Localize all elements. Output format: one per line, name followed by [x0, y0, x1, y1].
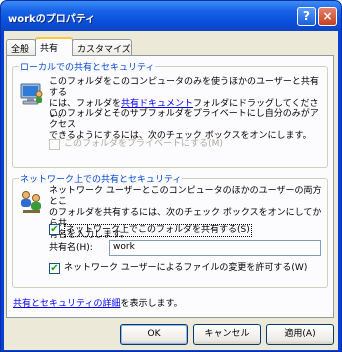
local-text1-line1: このフォルダをこのコンピュータのみを使うほかのユーザーと共有する [49, 77, 319, 98]
tab-sharing[interactable]: 共有 [35, 37, 73, 56]
allow-change-label: ネットワーク ユーザーによるファイルの変更を許可する(W) [64, 263, 308, 273]
sharing-panel: ローカルでの共有とセキュリティ このフォルダをこのコンピュータのみを使うほかのユ… [6, 55, 334, 318]
details-suffix: を表示します。 [120, 299, 183, 309]
share-on-network-checkbox[interactable]: ✔ [49, 224, 60, 235]
sharing-security-details-link[interactable]: 共有とセキュリティの詳細 [13, 299, 120, 309]
share-name-input[interactable]: work [109, 240, 321, 256]
allow-change-checkbox[interactable]: ✔ [49, 263, 60, 274]
local-text2-line1: このフォルダとそのサブフォルダをプライベートにし自分のみがアクセス [49, 109, 319, 130]
local-sharing-text-2: このフォルダとそのサブフォルダをプライベートにし自分のみがアクセス できるように… [49, 109, 325, 142]
network-text-line1: ネットワーク ユーザーとこのコンピュータのほかのユーザーの両方とこ [49, 186, 322, 207]
share-name-label: 共有名(H): [49, 243, 93, 253]
help-button[interactable]: ? [297, 7, 316, 26]
computer-users-icon [20, 83, 43, 105]
make-private-label: このフォルダをプライベートにする(M) [64, 139, 223, 149]
network-users-icon [21, 191, 41, 213]
local-sharing-group-title: ローカルでの共有とセキュリティ [19, 60, 156, 73]
details-text: 共有とセキュリティの詳細を表示します。 [13, 299, 183, 310]
tab-customize[interactable]: カスタマイズ [72, 39, 132, 55]
network-sharing-group-title: ネットワーク上での共有とセキュリティ [19, 172, 183, 185]
local-sharing-group: ローカルでの共有とセキュリティ このフォルダをこのコンピュータのみを使うほかのユ… [12, 60, 328, 168]
dialog-client-area: 全般 共有 カスタマイズ ローカルでの共有とセキュリティ このフォルダをこのコン… [4, 31, 338, 350]
ok-button[interactable]: OK [120, 324, 188, 345]
title-bar[interactable]: workのプロパティ ? × [1, 1, 341, 31]
local-text1-pre: には、フォルダを [49, 99, 122, 109]
properties-dialog: workのプロパティ ? × 全般 共有 カスタマイズ ローカルでの共有とセキュ… [0, 0, 342, 352]
shared-documents-link[interactable]: 共有ドキュメント [121, 99, 193, 109]
tab-general[interactable]: 全般 [6, 39, 36, 55]
share-on-network-label: ネットワーク上でこのフォルダを共有する(S) [64, 224, 252, 237]
window-title: workのプロパティ [8, 14, 96, 25]
network-sharing-group: ネットワーク上での共有とセキュリティ ネットワーク ユーザーとこのコンピュータの… [12, 172, 328, 288]
make-private-checkbox[interactable] [49, 139, 60, 150]
cancel-button[interactable]: キャンセル [193, 324, 261, 345]
apply-button[interactable]: 適用(A) [266, 324, 334, 345]
close-button[interactable]: × [318, 7, 337, 26]
